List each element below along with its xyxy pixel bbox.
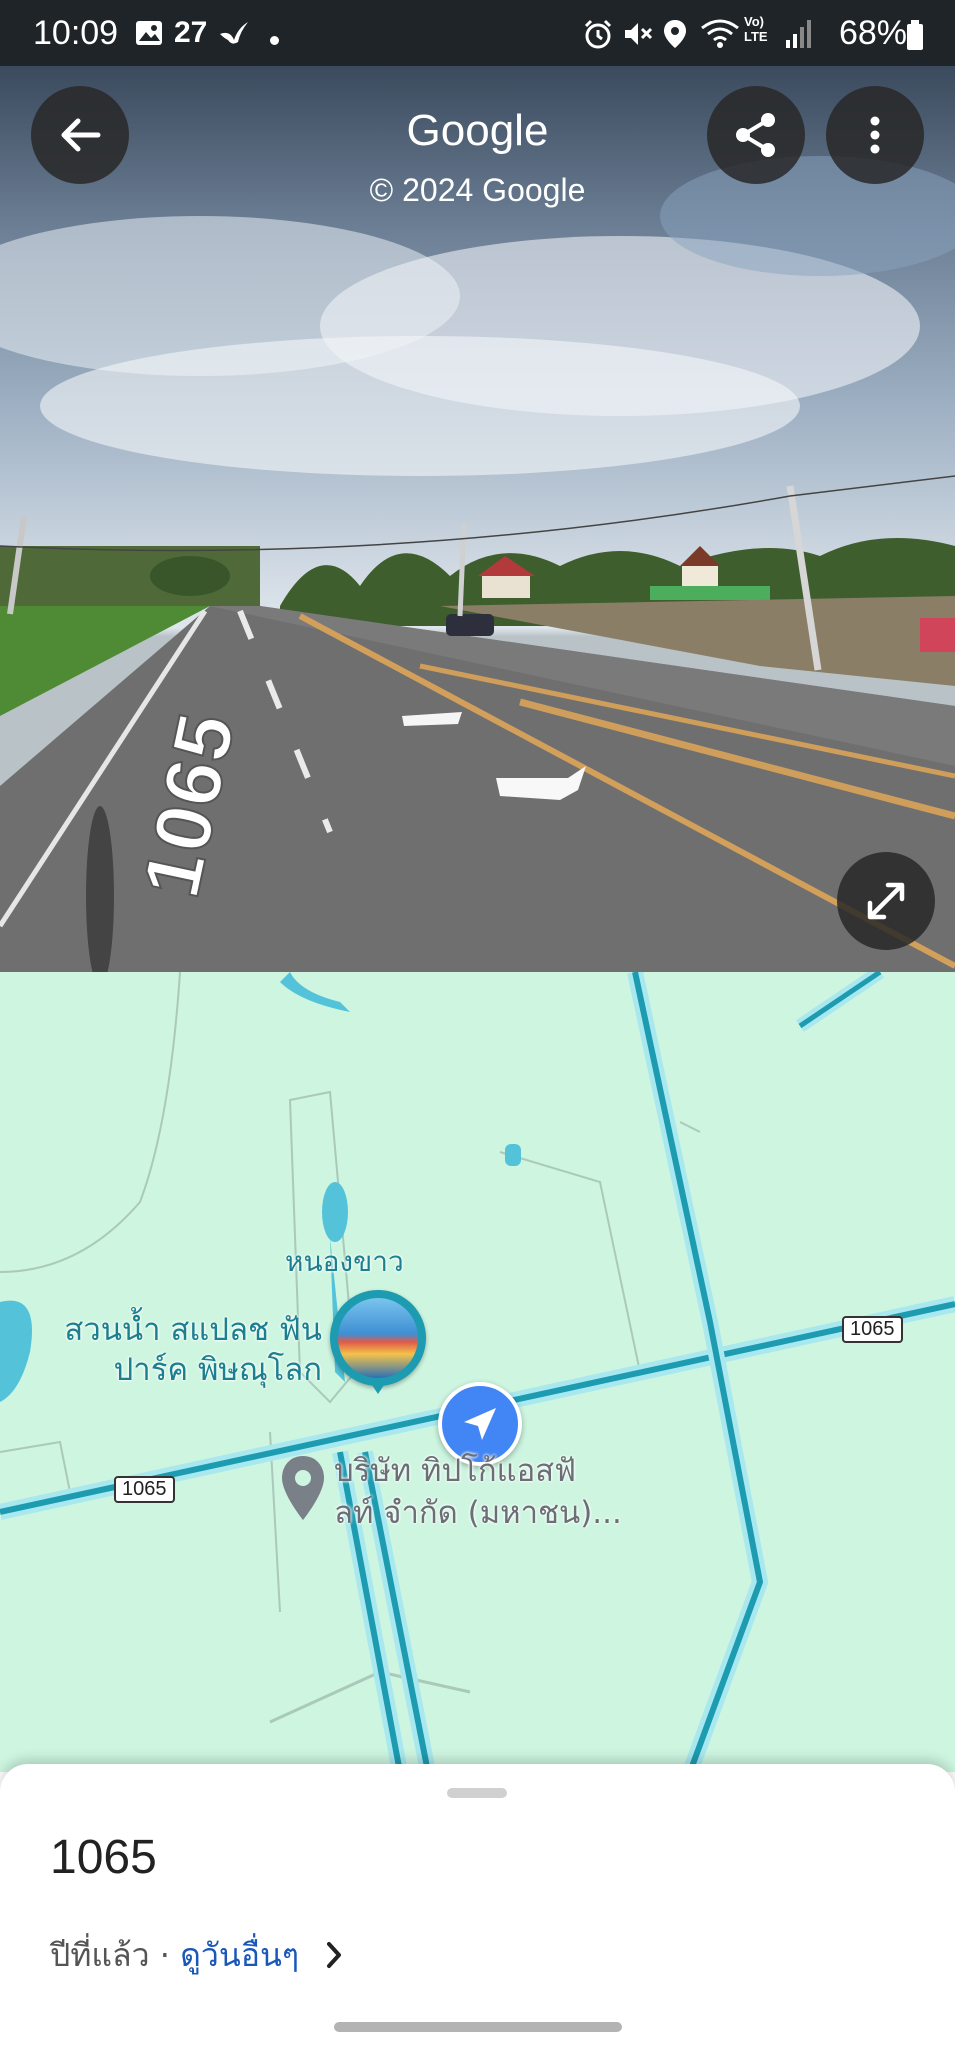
sheet-title: 1065: [50, 1831, 157, 1884]
volte-icon: Vo) LTE: [744, 14, 768, 44]
more-vert-icon: [870, 116, 880, 154]
see-other-dates-link[interactable]: ดูวันอื่นๆ: [180, 1936, 299, 1974]
date-label: ปีที่แล้ว ·: [50, 1936, 181, 1974]
share-icon: [736, 113, 775, 157]
battery-icon: [906, 20, 924, 54]
chevron-right-icon: [327, 1942, 342, 1968]
expand-icon: [867, 882, 905, 920]
route-shield: 1065: [842, 1316, 903, 1343]
mute-icon: [622, 18, 654, 54]
route-shield: 1065: [114, 1476, 175, 1503]
status-time: 10:09: [33, 14, 119, 52]
pond-label: หนองขาว: [285, 1245, 404, 1278]
alarm-icon: [582, 18, 614, 54]
street-view-panorama[interactable]: 1065 Google © 2024 Google: [0, 66, 955, 972]
company-label[interactable]: บริษัท ทิปโก้แอสฟั ลท์ จำกัด (มหาชน)...: [334, 1450, 622, 1534]
street-view-title: Google: [406, 106, 549, 155]
water-park-label[interactable]: สวนน้ำ สแปลช ฟัน ปาร์ค พิษณุโลก: [40, 1310, 322, 1390]
drag-handle[interactable]: [447, 1788, 507, 1798]
status-bar: 10:09 27 Vo) LTE 68%: [0, 0, 955, 66]
gesture-navigation-bar[interactable]: [334, 2022, 622, 2032]
expand-button[interactable]: [837, 852, 935, 950]
signal-icon: [784, 18, 814, 54]
bird-icon: [218, 18, 250, 52]
copyright-text: © 2024 Google: [369, 172, 586, 208]
gallery-icon: [134, 18, 164, 52]
navigation-arrow-icon: [464, 1408, 496, 1440]
more-notifications-dot-icon: [270, 36, 279, 45]
notification-count: 27: [174, 16, 208, 49]
wifi-icon: [700, 18, 740, 54]
location-icon: [662, 18, 688, 54]
water-park-photo: [338, 1298, 418, 1378]
company-place-pin[interactable]: [278, 1454, 328, 1528]
more-options-button[interactable]: [826, 86, 924, 184]
bottom-sheet[interactable]: 1065 ปีที่แล้ว · ดูวันอื่นๆ: [0, 1764, 955, 2048]
pin-pointer: [370, 1382, 386, 1394]
date-row[interactable]: ปีที่แล้ว · ดูวันอื่นๆ: [50, 1930, 345, 1981]
map-view[interactable]: หนองขาว สวนน้ำ สแปลช ฟัน ปาร์ค พิษณุโลก …: [0, 972, 955, 1772]
place-pin-icon: [282, 1456, 324, 1520]
battery-percentage: 68%: [838, 14, 907, 52]
water-park-photo-pin[interactable]: [330, 1290, 426, 1394]
share-button[interactable]: [707, 86, 805, 184]
